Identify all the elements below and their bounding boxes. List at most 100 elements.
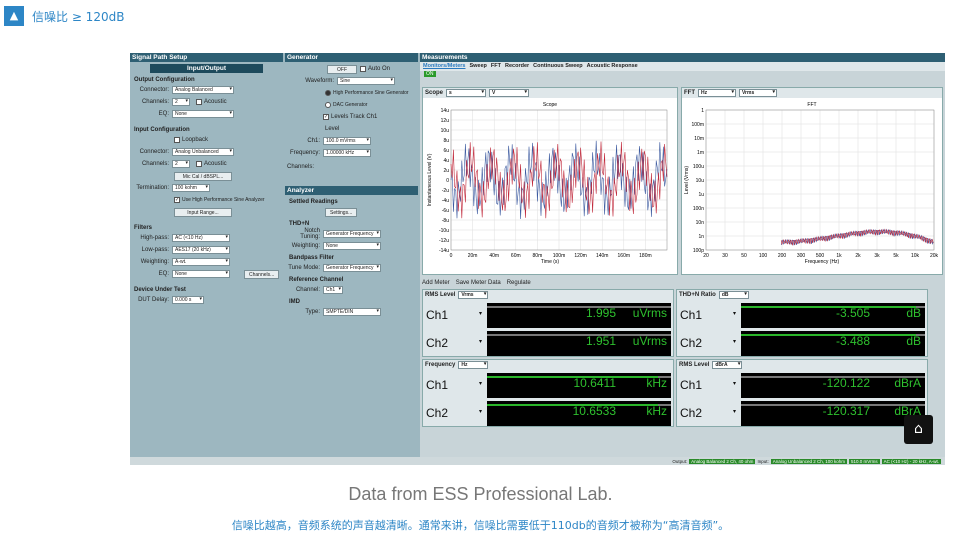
meter-unit-select[interactable]: Vrms [458,291,489,299]
measurement-tabs: Monitors/Meters Sweep FFT Recorder Conti… [420,62,945,71]
scope-x-unit[interactable]: s [446,89,487,97]
meter-display: -120.122 dBrA [741,373,925,398]
meter-channel[interactable]: Ch2 [423,400,485,427]
meter-channel[interactable]: Ch2 [677,400,739,427]
meter-unit-select[interactable]: dB [718,291,749,299]
scope-ytick: 2u [443,168,449,174]
meter-bar [741,334,916,336]
ch1-level-input[interactable]: 100.0 mVrms [323,137,371,145]
auto-on-checkbox[interactable] [360,66,366,72]
hp-sine-checkbox[interactable]: ✓ [174,197,180,203]
imd-type-label: Type: [305,309,320,315]
meter-display: -3.488 dB [741,331,925,356]
fft-title: FFT [684,90,695,96]
meter-display: 1.995 uVrms [487,303,671,328]
status-filter: AC (<10 Hz) - 20 kHz, A-wt. [881,458,941,464]
add-meter-button[interactable]: Add Meter [422,280,450,286]
input-channels[interactable]: 2 [172,160,190,168]
fft-panel: FFTHzVrms FFT1100m10m1m100u10u1u100n10n1… [681,87,943,275]
tab-input-output[interactable]: Input/Output [150,64,263,73]
scope-ytick: -12u [439,238,449,244]
termination-select[interactable]: 100 kohm [172,184,210,192]
highpass-label: High-pass: [140,235,169,241]
regulate-button[interactable]: Regulate [507,280,531,286]
notch-select[interactable]: Generator Frequency [323,230,381,238]
chevron-up-icon[interactable]: ▲ [4,6,24,26]
weighting-select[interactable]: A-wt. [172,258,230,266]
scope-ytick: -8u [442,218,449,224]
eq-select[interactable]: None [172,110,234,118]
output-channels[interactable]: 2 [172,98,190,106]
meter-channel[interactable]: Ch2 [677,330,739,357]
scope-ytick: 10u [441,128,450,134]
tab-fft[interactable]: FFT [491,63,501,70]
meter-channel[interactable]: Ch1 [677,372,739,399]
dut-delay-label: DUT Delay: [138,297,169,303]
on-badge[interactable]: ON [424,71,436,77]
scope-ytick: -4u [442,198,449,204]
in-acoustic-checkbox[interactable] [196,161,202,167]
fft-y-unit[interactable]: Vrms [739,89,777,97]
output-config-heading: Output Configuration [134,77,195,83]
meter-channel[interactable]: Ch2 [423,330,485,357]
section-title: 信噪比 ≥ 120dB [32,9,125,24]
fft-xtick: 2k [855,253,861,259]
tab-monitors[interactable]: Monitors/Meters [423,63,465,70]
hp-sine-label: Use High Performance Sine Analyzer [182,197,265,203]
an-weighting-select[interactable]: None [323,242,381,250]
waveform-select[interactable]: Sine [337,77,395,85]
loopback-checkbox[interactable] [174,137,180,143]
save-meter-button[interactable]: Save Meter Data [456,280,501,286]
scope-chart: Scope 14u 12u 10u 8u 6u 4u 2u 0 -2u -4u -6u -8u -10u -… [427,102,668,265]
tab-acoustic[interactable]: Acoustic Response [587,63,638,70]
meter-value: 10.6533 [572,404,616,418]
tune-select[interactable]: Generator Frequency [323,264,381,272]
fft-ytick: 100m [691,122,704,128]
highpass-select[interactable]: AC (<10 Hz) [172,234,230,242]
channels-button[interactable]: Channels... [244,269,280,279]
fft-xtick: 100 [759,253,768,259]
ref-heading: Reference Channel [289,277,344,283]
imd-type-select[interactable]: SMPTE/DIN [323,308,381,316]
tab-sweep[interactable]: Sweep [469,63,486,70]
levels-track-checkbox[interactable]: ✓ [323,114,329,120]
tab-continuous-sweep[interactable]: Continuous Sweep [533,63,583,70]
fft-xtick: 10k [911,253,920,259]
settings-button[interactable]: Settings... [325,207,358,217]
fft-ytick: 100u [693,164,704,170]
scope-xtick: 40m [489,253,499,259]
hp-sine-gen-radio[interactable] [325,90,331,96]
frequency-input[interactable]: 1.00000 kHz [323,149,371,157]
meter-unit-select[interactable]: dBrA [712,361,743,369]
output-connector-select[interactable]: Analog Balanced [172,86,234,94]
lowpass-label: Low-pass: [141,247,169,253]
levels-track-label: Levels Track Ch1 [331,114,378,120]
meter-channel[interactable]: Ch1 [423,302,485,329]
eq2-select[interactable]: None [172,270,230,278]
dut-heading: Device Under Test [134,287,186,293]
meter-unit: dB [906,306,921,320]
meter-unit-select[interactable]: Hz [458,361,489,369]
meter-row: Ch2-120.317dBrA [677,400,927,427]
an-weighting-label: Weighting: [291,243,320,249]
lowpass-select[interactable]: AES17 (20 kHz) [172,246,230,254]
scope-y-unit[interactable]: V [489,89,530,97]
measurements-panel: Measurements Monitors/Meters Sweep FFT R… [420,53,945,457]
dut-delay-input[interactable]: 0.000 s [172,296,204,304]
mic-cal-button[interactable]: Mic Cal / dBSPL... [174,171,232,181]
meter-title: RMS Level [679,362,710,368]
scope-ytick: 6u [443,148,449,154]
input-range-button[interactable]: Input Range... [174,207,232,217]
meter-channel[interactable]: Ch1 [423,372,485,399]
ref-channel-select[interactable]: Ch1 [323,286,343,294]
scope-ytick: -10u [439,228,449,234]
input-connector-select[interactable]: Analog Unbalanced [172,148,234,156]
fft-x-unit[interactable]: Hz [698,89,736,97]
meter-channel[interactable]: Ch1 [677,302,739,329]
generator-off-button[interactable]: OFF [327,64,357,74]
acoustic-checkbox[interactable] [196,99,202,105]
scope-xtick: 180m [639,253,652,259]
tab-recorder[interactable]: Recorder [505,63,529,70]
termination-label: Termination: [136,185,169,191]
dac-gen-radio[interactable] [325,102,331,108]
